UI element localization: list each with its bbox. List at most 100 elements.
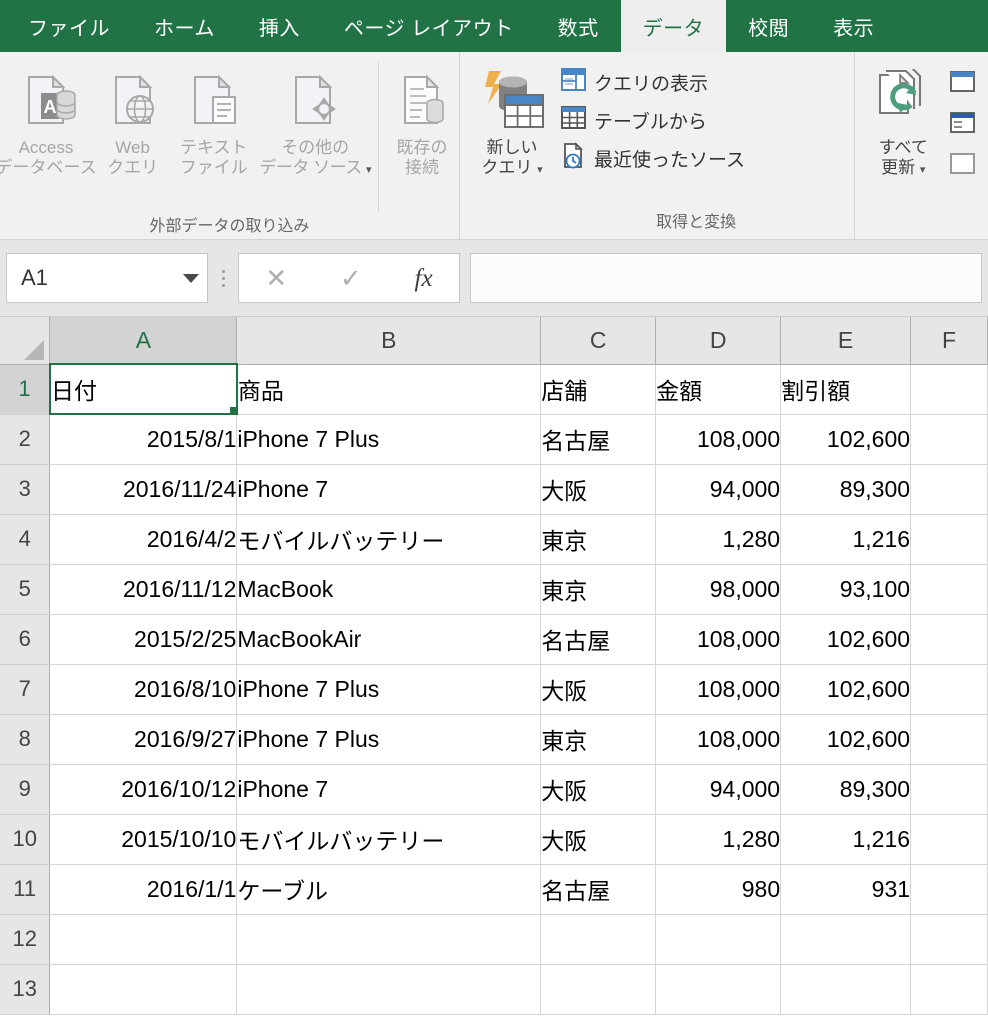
access-database-button[interactable]: A Access データベース — [0, 58, 97, 178]
cell-B2[interactable]: iPhone 7 Plus — [236, 414, 542, 465]
cell-E11[interactable]: 931 — [780, 864, 912, 915]
connections-properties-button[interactable] — [947, 68, 982, 101]
cell-A13[interactable] — [49, 964, 238, 1015]
cell-D4[interactable]: 1,280 — [655, 514, 782, 565]
cell-C2[interactable]: 名古屋 — [540, 414, 657, 465]
cell-A12[interactable] — [49, 914, 238, 965]
cell-D5[interactable]: 98,000 — [655, 564, 782, 615]
tab-home[interactable]: ホーム — [132, 0, 237, 52]
cell-C4[interactable]: 東京 — [540, 514, 657, 565]
cell-B13[interactable] — [236, 964, 542, 1015]
cell-C5[interactable]: 東京 — [540, 564, 657, 615]
cell-B7[interactable]: iPhone 7 Plus — [236, 664, 542, 715]
cell-A4[interactable]: 2016/4/2 — [49, 514, 238, 565]
row-header-13[interactable]: 13 — [0, 964, 51, 1015]
cell-E10[interactable]: 1,216 — [780, 814, 912, 865]
cell-C7[interactable]: 大阪 — [540, 664, 657, 715]
cell-F12[interactable] — [910, 914, 988, 965]
row-header-7[interactable]: 7 — [0, 664, 51, 715]
name-box[interactable]: A1 — [6, 253, 208, 303]
cell-B11[interactable]: ケーブル — [236, 864, 542, 915]
cell-E9[interactable]: 89,300 — [780, 764, 912, 815]
cell-E7[interactable]: 102,600 — [780, 664, 912, 715]
tab-data[interactable]: データ — [620, 0, 727, 52]
text-file-button[interactable]: テキスト ファイル — [173, 58, 254, 178]
refresh-all-button[interactable]: すべて 更新 ▾ — [855, 58, 947, 178]
properties-button[interactable] — [947, 109, 982, 142]
from-table-button[interactable]: テーブルから — [558, 102, 751, 138]
column-header-a[interactable]: A — [49, 317, 238, 365]
cell-B4[interactable]: モバイルバッテリー — [236, 514, 542, 565]
cell-E8[interactable]: 102,600 — [780, 714, 912, 765]
cell-B12[interactable] — [236, 914, 542, 965]
cell-F10[interactable] — [910, 814, 988, 865]
cell-F3[interactable] — [910, 464, 988, 515]
cell-C10[interactable]: 大阪 — [540, 814, 657, 865]
chevron-down-icon[interactable]: ▾ — [920, 164, 926, 176]
cell-B8[interactable]: iPhone 7 Plus — [236, 714, 542, 765]
column-header-e[interactable]: E — [780, 317, 912, 365]
cell-E4[interactable]: 1,216 — [780, 514, 912, 565]
existing-connections-button[interactable]: 既存の 接続 — [385, 58, 459, 178]
row-header-1[interactable]: 1 — [0, 364, 51, 415]
cell-C6[interactable]: 名古屋 — [540, 614, 657, 665]
edit-links-button[interactable] — [947, 150, 982, 183]
cell-D8[interactable]: 108,000 — [655, 714, 782, 765]
cell-A3[interactable]: 2016/11/24 — [49, 464, 238, 515]
column-header-c[interactable]: C — [540, 317, 657, 365]
cell-C12[interactable] — [540, 914, 657, 965]
cell-E1[interactable]: 割引額 — [780, 364, 912, 415]
cell-F2[interactable] — [910, 414, 988, 465]
cell-F1[interactable] — [910, 364, 988, 415]
row-header-5[interactable]: 5 — [0, 564, 51, 615]
tab-review[interactable]: 校閲 — [726, 0, 811, 52]
cell-F8[interactable] — [910, 714, 988, 765]
cell-B5[interactable]: MacBook — [236, 564, 542, 615]
cell-A7[interactable]: 2016/8/10 — [49, 664, 238, 715]
cell-B9[interactable]: iPhone 7 — [236, 764, 542, 815]
cell-D6[interactable]: 108,000 — [655, 614, 782, 665]
cell-D13[interactable] — [655, 964, 782, 1015]
formula-input[interactable] — [470, 253, 982, 303]
cell-C1[interactable]: 店舗 — [540, 364, 657, 415]
cell-B1[interactable]: 商品 — [236, 364, 542, 415]
column-header-f[interactable]: F — [910, 317, 988, 365]
show-queries-button[interactable]: クエリの表示 — [558, 64, 751, 100]
column-header-b[interactable]: B — [236, 317, 542, 365]
cell-D11[interactable]: 980 — [655, 864, 782, 915]
tab-file[interactable]: ファイル — [6, 0, 132, 52]
cell-D3[interactable]: 94,000 — [655, 464, 782, 515]
cell-C8[interactable]: 東京 — [540, 714, 657, 765]
tab-insert[interactable]: 挿入 — [237, 0, 322, 52]
recent-sources-button[interactable]: 最近使ったソース — [558, 140, 751, 176]
select-all-corner[interactable] — [0, 317, 51, 365]
cell-A6[interactable]: 2015/2/25 — [49, 614, 238, 665]
cell-F9[interactable] — [910, 764, 988, 815]
cell-E2[interactable]: 102,600 — [780, 414, 912, 465]
cell-D2[interactable]: 108,000 — [655, 414, 782, 465]
cell-F5[interactable] — [910, 564, 988, 615]
cell-C13[interactable] — [540, 964, 657, 1015]
cell-E6[interactable]: 102,600 — [780, 614, 912, 665]
cell-D7[interactable]: 108,000 — [655, 664, 782, 715]
row-header-12[interactable]: 12 — [0, 914, 51, 965]
cell-A10[interactable]: 2015/10/10 — [49, 814, 238, 865]
cell-A1[interactable]: 日付 — [48, 363, 238, 415]
cell-E3[interactable]: 89,300 — [780, 464, 912, 515]
cell-B10[interactable]: モバイルバッテリー — [236, 814, 542, 865]
cell-C11[interactable]: 名古屋 — [540, 864, 657, 915]
cell-A8[interactable]: 2016/9/27 — [49, 714, 238, 765]
cell-F4[interactable] — [910, 514, 988, 565]
cell-A2[interactable]: 2015/8/1 — [49, 414, 238, 465]
tab-formulas[interactable]: 数式 — [536, 0, 621, 52]
tab-view[interactable]: 表示 — [811, 0, 896, 52]
cell-F13[interactable] — [910, 964, 988, 1015]
cell-C3[interactable]: 大阪 — [540, 464, 657, 515]
cell-D9[interactable]: 94,000 — [655, 764, 782, 815]
cell-E12[interactable] — [780, 914, 912, 965]
cell-D1[interactable]: 金額 — [655, 364, 782, 415]
row-header-11[interactable]: 11 — [0, 864, 51, 915]
confirm-icon[interactable]: ✓ — [340, 265, 362, 291]
insert-function-icon[interactable]: fx — [415, 266, 433, 291]
row-header-10[interactable]: 10 — [0, 814, 51, 865]
